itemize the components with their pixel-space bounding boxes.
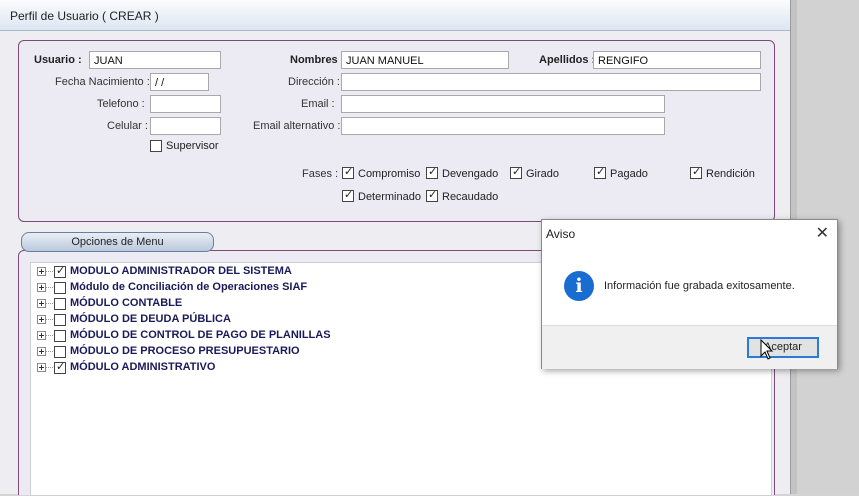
fase-devengado-label: Devengado [442,168,499,180]
dialog-title: Aviso [546,227,576,241]
nombres-label: Nombres : [290,54,345,66]
fase-rendicion-checkbox[interactable] [690,165,702,179]
fase-determinado-checkbox[interactable] [342,188,354,202]
tree-item-label: MODULO ADMINISTRADOR DEL SISTEMA [70,265,292,277]
aceptar-button[interactable]: Aceptar [747,337,819,358]
celular-label: Celular : [107,120,148,132]
telefono-input[interactable] [150,95,221,113]
fase-recaudado-label: Recaudado [442,191,499,203]
fase-pagado-checkbox[interactable] [594,165,606,179]
tree-item-label: MÓDULO ADMINISTRATIVO [70,361,216,373]
celular-input[interactable] [150,117,221,135]
fase-determinado-label: Determinado [358,191,421,203]
tree-checkbox[interactable] [54,298,66,310]
email-label: Email : [301,98,335,110]
tree-checkbox[interactable] [54,360,66,374]
fase-devengado-checkbox[interactable] [426,165,438,179]
apellidos-input[interactable]: RENGIFO [593,51,761,69]
expand-plus-icon[interactable] [37,363,46,372]
tree-checkbox[interactable] [54,314,66,326]
apellidos-label: Apellidos : [539,54,596,66]
expand-plus-icon[interactable] [37,331,46,340]
expand-plus-icon[interactable] [37,315,46,324]
fase-pagado-label: Pagado [610,168,648,180]
direccion-input[interactable] [341,73,761,91]
fase-compromiso-checkbox[interactable] [342,165,354,179]
fase-rendicion-label: Rendición [706,168,755,180]
direccion-label: Dirección : [288,76,340,88]
tree-checkbox[interactable] [54,330,66,342]
expand-plus-icon[interactable] [37,299,46,308]
dialog-message: Información fue grabada exitosamente. [604,280,795,292]
tree-item-label: MÓDULO DE PROCESO PRESUPUESTARIO [70,345,300,357]
tree-checkbox[interactable] [54,264,66,278]
usuario-label: Usuario : [34,54,82,66]
supervisor-label: Supervisor [166,140,219,152]
fase-recaudado-checkbox[interactable] [426,188,438,202]
fase-compromiso-label: Compromiso [358,168,421,180]
expand-plus-icon[interactable] [37,347,46,356]
telefono-label: Telefono : [97,98,145,110]
expand-plus-icon[interactable] [37,283,46,292]
dialog-footer: Aceptar [542,325,837,369]
tree-item-label: MÓDULO DE CONTROL DE PAGO DE PLANILLAS [70,329,331,341]
tree-item-label: MÓDULO CONTABLE [70,297,183,309]
aviso-dialog: Aviso ✕ i Información fue grabada exitos… [541,219,838,369]
mouse-cursor-icon [760,339,774,360]
info-icon: i [564,271,594,301]
window-title: Perfil de Usuario ( CREAR ) [10,9,159,23]
nombres-input[interactable]: JUAN MANUEL [341,51,509,69]
usuario-input[interactable]: JUAN [89,51,221,69]
fase-girado-checkbox[interactable] [510,165,522,179]
email-input[interactable] [341,95,665,113]
fases-label: Fases : [302,168,339,180]
tree-item-label: MÓDULO DE DEUDA PÚBLICA [70,313,231,325]
expand-plus-icon[interactable] [37,267,46,276]
close-icon[interactable]: ✕ [816,223,829,243]
tree-checkbox[interactable] [54,282,66,294]
opciones-menu-tab[interactable]: Opciones de Menu [21,232,214,252]
window-titlebar: Perfil de Usuario ( CREAR ) [0,0,790,31]
supervisor-checkbox[interactable] [150,140,162,152]
fase-girado-label: Girado [526,168,560,180]
email-alt-label: Email alternativo : [253,120,341,132]
tree-item-label: Módulo de Conciliación de Operaciones SI… [70,281,308,293]
fecha-label: Fecha Nacimiento : [55,76,150,88]
tree-checkbox[interactable] [54,346,66,358]
fecha-nacimiento-input[interactable]: / / [150,73,209,91]
email-alternativo-input[interactable] [341,117,665,135]
